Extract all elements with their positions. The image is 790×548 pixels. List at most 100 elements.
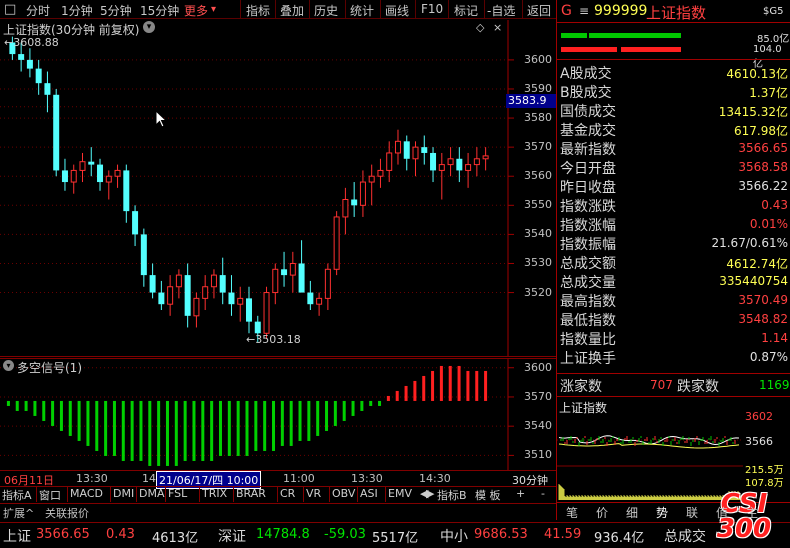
indicator-tab[interactable]: CR xyxy=(280,487,295,502)
quote-label: 上证换手 xyxy=(560,351,616,367)
signal-bar xyxy=(413,380,417,401)
tab-15min[interactable]: 15分钟 xyxy=(140,2,179,19)
tab-template[interactable]: 模 板 xyxy=(475,487,501,502)
indicator-tab[interactable]: MACD xyxy=(70,487,103,502)
quote-value: 0.01% xyxy=(749,217,788,231)
ticker-name[interactable]: 上证 xyxy=(3,526,31,546)
indicator-tab[interactable]: 窗口 xyxy=(39,487,61,502)
quote-value: 3566.65 xyxy=(738,141,788,155)
cursor-price-label: 3583.9 xyxy=(506,94,556,108)
ticker-amount: 5517亿 xyxy=(372,531,419,546)
mini-tab[interactable]: 笔 xyxy=(566,504,578,521)
quote-value: 0.43 xyxy=(761,198,788,212)
quote-label: 最高指数 xyxy=(560,294,616,310)
y-tick: 3570 xyxy=(524,140,552,154)
candle xyxy=(333,211,340,276)
signal-bar xyxy=(378,400,382,406)
btn-stats[interactable]: 统计 xyxy=(350,2,374,19)
toolbar-box-icon[interactable]: □ xyxy=(4,2,16,17)
indicator-tab[interactable]: VR xyxy=(306,487,321,502)
quote-panel: G ≡ 999999 上证指数 $G5 85.0亿 104.0亿 涨家数 707… xyxy=(556,0,790,520)
mini-tab[interactable]: 联 xyxy=(686,504,698,521)
indicator-tab[interactable]: 指标A xyxy=(2,487,32,502)
tab-fenshi[interactable]: 分时 xyxy=(26,2,50,19)
buy-bar xyxy=(561,33,587,38)
quote-row: B股成交 1.37亿 xyxy=(560,82,788,101)
low-marker: ←3503.18 xyxy=(246,333,301,346)
indicator-tab[interactable]: FSL xyxy=(168,487,187,502)
btn-draw[interactable]: 画线 xyxy=(385,2,409,19)
candle xyxy=(263,286,270,340)
signal-bar xyxy=(192,400,196,461)
mini-tab[interactable]: 细 xyxy=(626,504,638,521)
indicator-tab[interactable]: DMI xyxy=(113,487,134,502)
ticker-change: 0.43 xyxy=(106,527,135,542)
signal-bar xyxy=(174,400,178,466)
zoom-out-button[interactable]: - xyxy=(541,487,545,502)
scroll-right-icon[interactable]: ▶ xyxy=(426,487,434,502)
signal-bar xyxy=(6,400,10,406)
signal-bar xyxy=(422,375,426,401)
x-label: 14:30 xyxy=(419,472,451,485)
up-count-label: 涨家数 xyxy=(560,379,602,395)
signal-bar xyxy=(272,400,276,451)
signal-bar xyxy=(448,365,452,401)
y-tick: 3580 xyxy=(524,111,552,125)
indicator-tab[interactable]: EMV xyxy=(388,487,412,502)
btn-mark[interactable]: 标记 xyxy=(454,2,478,19)
quote-row: 总成交额 4612.74亿 xyxy=(560,253,788,272)
quote-row: 指数涨跌 0.43 xyxy=(560,196,788,215)
signal-bar xyxy=(210,400,214,461)
signal-bar xyxy=(112,400,116,456)
ticker-name[interactable]: 中小 xyxy=(440,526,468,546)
buy-bar xyxy=(589,33,681,38)
indicator-tab[interactable]: BRAR xyxy=(236,487,266,502)
btn-watchlist[interactable]: -自选 xyxy=(487,2,515,19)
close-icon[interactable]: × xyxy=(493,21,502,34)
indicator-tab[interactable]: TRIX xyxy=(202,487,227,502)
index-ticker: 上证 3566.65 0.43 4613亿 深证 14784.8 -59.03 … xyxy=(0,522,790,548)
signal-chart[interactable] xyxy=(0,358,556,470)
indicator-tab[interactable]: ASI xyxy=(360,487,378,502)
btn-back[interactable]: 返回 xyxy=(527,2,551,19)
tab-5min[interactable]: 5分钟 xyxy=(100,2,132,19)
quote-label: 总成交量 xyxy=(560,275,616,291)
mini-tab[interactable]: 值 xyxy=(716,504,728,521)
mini-tab[interactable]: 主 xyxy=(746,504,758,521)
quote-label: 指数涨跌 xyxy=(560,199,616,215)
zoom-in-button[interactable]: + xyxy=(516,487,525,502)
indicator-tab[interactable]: DMA xyxy=(139,487,165,502)
signal-bar xyxy=(280,400,284,446)
tab-expand[interactable]: 扩展^ xyxy=(3,505,34,521)
signal-bar xyxy=(68,400,72,436)
quote-row: 指数量比 1.14 xyxy=(560,329,788,348)
indicator-tab[interactable]: OBV xyxy=(332,487,355,502)
tab-1min[interactable]: 1分钟 xyxy=(61,2,93,19)
tab-indicator-b[interactable]: 指标B xyxy=(437,487,467,502)
x-axis: 06月11日 13:30 14 21/06/17/四 10:00 11:00 1… xyxy=(0,470,556,489)
sell-bar xyxy=(621,47,681,52)
ticker-name[interactable]: 深证 xyxy=(218,526,246,546)
tab-related-quotes[interactable]: 关联报价 xyxy=(45,505,89,521)
menu-icon[interactable]: ≡ xyxy=(579,4,589,18)
ticker-name[interactable]: 总成交 xyxy=(664,526,706,546)
signal-bar xyxy=(316,400,320,436)
btn-f10[interactable]: F10 xyxy=(421,2,443,16)
signal-bar xyxy=(307,400,311,441)
quote-label: 昨日收盘 xyxy=(560,180,616,196)
signal-bar xyxy=(165,400,169,466)
btn-overlay[interactable]: 叠加 xyxy=(280,2,304,19)
chevron-down-icon[interactable]: ▾ xyxy=(143,21,155,33)
btn-indicator[interactable]: 指标 xyxy=(246,2,270,19)
btn-history[interactable]: 历史 xyxy=(314,2,338,19)
tab-more[interactable]: 更多 xyxy=(184,2,208,19)
mini-tab[interactable]: 价 xyxy=(596,504,608,521)
candlestick-chart[interactable] xyxy=(0,20,556,357)
mini-intraday-chart[interactable] xyxy=(557,414,743,500)
quote-value: 3566.22 xyxy=(738,179,788,193)
diamond-icon[interactable]: ◇ xyxy=(476,21,484,34)
chevron-down-icon[interactable]: ▾ xyxy=(3,360,14,371)
sub-y-tick: 3540 xyxy=(524,419,552,433)
mini-tab[interactable]: 势 xyxy=(656,504,668,521)
more-arrow-icon: ▾ xyxy=(211,4,217,15)
